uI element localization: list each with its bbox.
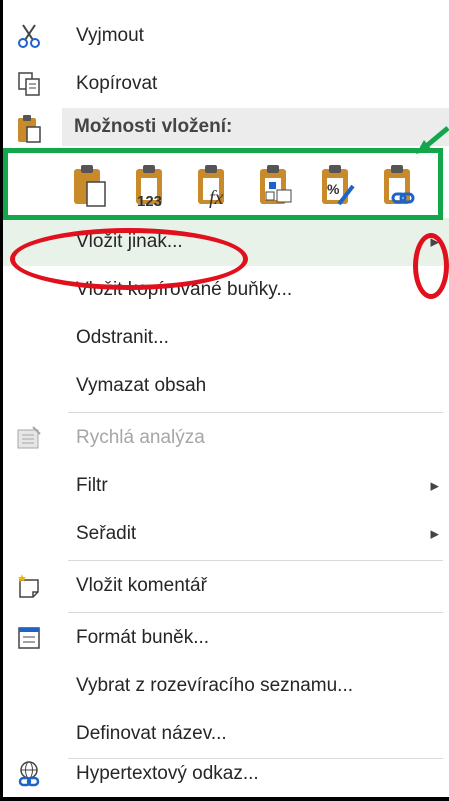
menu-item-pick-from-dropdown[interactable]: Vybrat z rozevíracího seznamu... [3,662,449,710]
menu-item-pick-from-dropdown-label: Vybrat z rozevíracího seznamu... [76,675,354,696]
quick-analysis-icon [17,426,41,449]
submenu-arrow-icon: ▶ [430,480,439,493]
menu-item-copy-label: Kopírovat [76,73,158,94]
new-comment-icon [18,574,39,598]
menu-item-sort[interactable]: Seřadit ▶ [3,510,449,558]
menu-item-sort-label: Seřadit [76,523,137,544]
copy-icon [18,72,40,96]
menu-item-filter-label: Filtr [76,475,108,496]
paste-options-annotation-box [3,148,443,220]
format-cells-icon [18,627,40,649]
menu-item-clear-contents[interactable]: Vymazat obsah [3,362,449,410]
menu-item-hyperlink[interactable]: Hypertextový odkaz... [3,750,449,798]
menu-item-hyperlink-label: Hypertextový odkaz... [76,763,259,784]
paste-options-header: Možnosti vložení: [62,108,449,146]
hyperlink-icon [18,761,40,787]
menu-item-quick-analysis-label: Rychlá analýza [76,427,205,448]
paste-special-annotation-oval [10,228,248,290]
menu-separator [68,560,443,561]
menu-item-filter[interactable]: Filtr ▶ [3,462,449,510]
screenshot-bottom-border [0,797,449,801]
menu-item-delete-label: Odstranit... [76,327,169,348]
menu-item-define-name-label: Definovat název... [76,723,227,744]
menu-item-quick-analysis: Rychlá analýza [3,414,449,462]
menu-item-format-cells-label: Formát buněk... [76,627,210,648]
menu-item-insert-comment[interactable]: Vložit komentář [3,562,449,610]
menu-item-clear-contents-label: Vymazat obsah [76,375,207,396]
scissors-icon [18,24,40,48]
submenu-arrow-annotation-oval [413,233,449,299]
annotation-arrow-icon [416,126,449,154]
menu-item-cut-label: Vyjmout [76,25,144,46]
context-menu: Vyjmout Kopírovat Možnosti vložení: 123 [0,0,449,801]
submenu-arrow-icon: ▶ [430,528,439,541]
paste-clipboard-icon [18,115,41,143]
menu-item-format-cells[interactable]: Formát buněk... [3,614,449,662]
menu-item-copy[interactable]: Kopírovat [3,60,449,108]
menu-item-cut[interactable]: Vyjmout [3,12,449,60]
paste-options-label: Možnosti vložení: [74,116,233,137]
menu-separator [68,612,443,613]
menu-item-insert-comment-label: Vložit komentář [76,575,207,596]
menu-item-delete[interactable]: Odstranit... [3,314,449,362]
menu-separator [68,412,443,413]
